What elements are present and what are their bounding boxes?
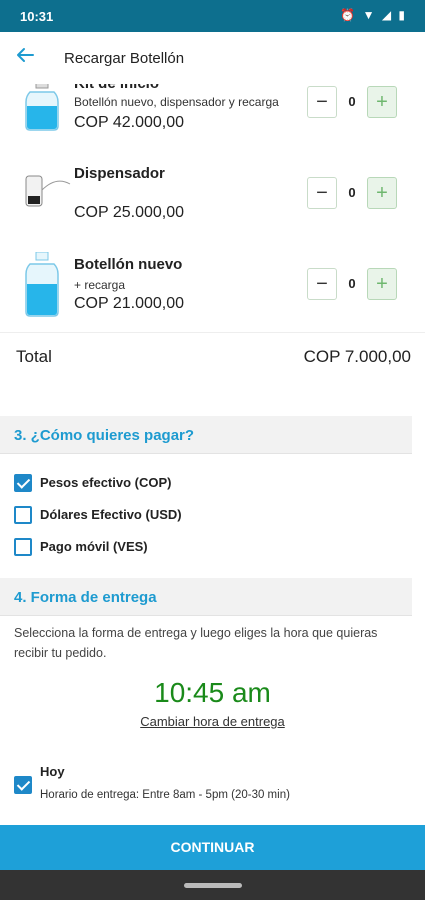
app-header: Recargar Botellón [0,32,425,84]
product-name: Kit de inicio [74,84,159,92]
delivery-section-header: 4. Forma de entrega [0,578,412,616]
checkbox-checked[interactable] [14,776,32,794]
product-description: + recarga [74,278,126,292]
quantity-value: 0 [348,276,356,291]
product-name: Botellón nuevo [74,256,183,273]
status-bar: 10:31 ⏰ ▼ ◢ ▮ [0,0,425,32]
total-row: Total COP 7.000,00 [0,332,425,380]
payment-option-cop[interactable]: Pesos efectivo (COP) [14,473,374,495]
today-hours: Horario de entrega: Entre 8am - 5pm (20-… [40,789,290,801]
page-title: Recargar Botellón [64,50,185,67]
decrease-button[interactable]: − [307,86,337,118]
section-title: 3. ¿Cómo quieres pagar? [14,427,195,444]
delivery-info: Selecciona la forma de entrega y luego e… [14,626,378,660]
product-description: Botellón nuevo, dispensador y recarga [74,95,279,109]
payment-option-label: Pago móvil (VES) [40,539,148,554]
today-label: Hoy [40,764,65,779]
quantity-stepper: − 0 + [307,268,399,300]
payment-option-label: Dólares Efectivo (USD) [40,507,182,522]
quantity-stepper: − 0 + [307,86,399,118]
navigation-bar [0,870,425,900]
status-icons: ⏰ ▼ ◢ ▮ [340,8,407,22]
payment-option-label: Pesos efectivo (COP) [40,475,172,490]
product-price: COP 21.000,00 [74,295,185,312]
quantity-value: 0 [348,94,356,109]
product-price: COP 25.000,00 [74,204,185,221]
water-jug-image [22,251,62,323]
payment-option-usd[interactable]: Dólares Efectivo (USD) [14,505,374,527]
total-value: COP 7.000,00 [303,347,411,366]
decrease-button[interactable]: − [307,177,337,209]
checkbox[interactable] [14,538,32,556]
quantity-value: 0 [348,185,356,200]
increase-button[interactable]: + [367,177,397,209]
delivery-time: 10:45 am [154,677,271,708]
checkbox[interactable] [14,506,32,524]
payment-option-ves[interactable]: Pago móvil (VES) [14,537,374,559]
today-option: Hoy Horario de entrega: Entre 8am - 5pm … [14,760,414,806]
payment-section-header: 3. ¿Cómo quieres pagar? [0,416,412,454]
increase-button[interactable]: + [367,86,397,118]
home-handle[interactable] [184,883,242,888]
section-title: 4. Forma de entrega [14,589,157,606]
increase-button[interactable]: + [367,268,397,300]
back-arrow-icon[interactable] [14,44,40,70]
continue-button[interactable]: CONTINUAR [0,825,425,870]
total-label: Total [16,347,52,366]
status-time: 10:31 [20,9,54,24]
quantity-stepper: − 0 + [307,177,399,209]
change-time-link[interactable]: Cambiar hora de entrega [0,714,425,729]
product-name: Dispensador [74,165,165,182]
decrease-button[interactable]: − [307,268,337,300]
product-price: COP 42.000,00 [74,114,185,131]
checkbox-checked[interactable] [14,474,32,492]
dispenser-image [22,170,72,219]
water-jug-image [22,84,62,137]
